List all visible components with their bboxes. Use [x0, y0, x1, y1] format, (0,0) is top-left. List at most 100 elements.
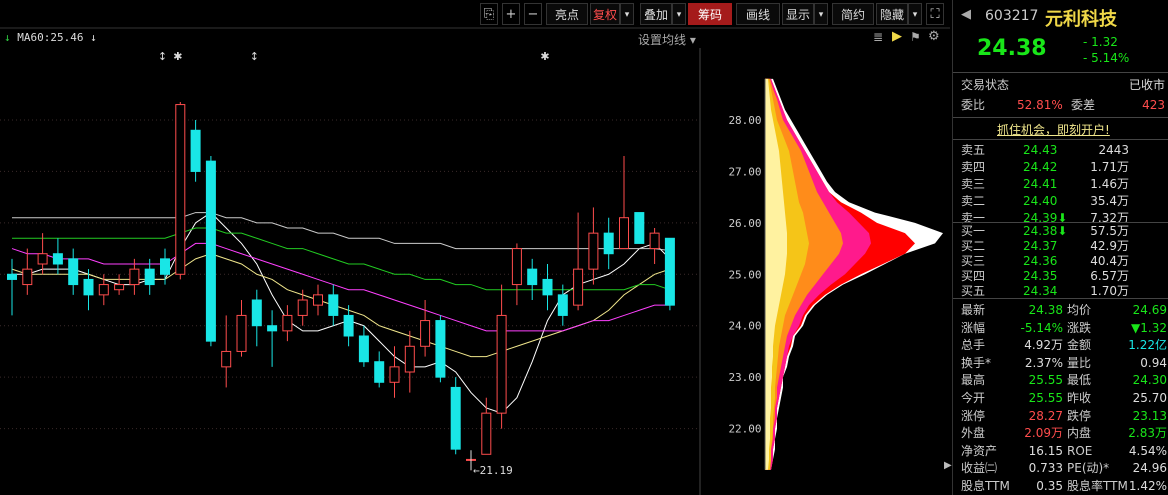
- open-account-link[interactable]: 抓住机会，即刻开户!: [997, 121, 1110, 138]
- stat-row: 股息TTM 0.35 股息率TTM 1.42%: [953, 477, 1168, 495]
- stat-value: 0.94: [1140, 355, 1167, 370]
- quote-panel: ◀ 603217 元利科技 24.38 - 1.32 - 5.14% 交易状态 …: [952, 0, 1168, 495]
- candle-body: [236, 314, 247, 352]
- stat-value: 1.42%: [1128, 479, 1167, 493]
- ask-row[interactable]: 卖二 24.40 35.4万: [953, 193, 1168, 210]
- candle-body: [205, 160, 216, 342]
- candle-body: [527, 268, 538, 286]
- candle-body: [313, 294, 323, 306]
- stat-label: 股息率TTM: [1067, 479, 1128, 493]
- ask-price: 24.42: [1023, 160, 1058, 174]
- event-marker-icon: ↕: [250, 50, 259, 63]
- ask-row[interactable]: 卖三 24.41 1.46万: [953, 176, 1168, 193]
- highlight-button[interactable]: 亮点: [546, 3, 588, 25]
- ma-settings-button[interactable]: 设置均线 ▾: [638, 31, 696, 48]
- ask-row[interactable]: 卖四 24.42 1.71万: [953, 159, 1168, 176]
- stat-label: 今开: [961, 391, 986, 405]
- display-button[interactable]: 显示: [782, 3, 814, 25]
- stat-value: 24.38: [1028, 303, 1063, 317]
- lock-icon[interactable]: ⎘: [480, 3, 498, 25]
- candle-body: [557, 294, 568, 316]
- hide-button[interactable]: 隐藏: [876, 3, 908, 25]
- stat-label: 换手*: [961, 355, 992, 370]
- stat-row: 最新 24.38 均价 24.69: [953, 301, 1168, 319]
- candle-body: [496, 314, 507, 414]
- order-diff-value: 423: [1142, 98, 1165, 112]
- trade-status-label: 交易状态: [961, 78, 1010, 92]
- moving-average-line: [11, 242, 670, 332]
- order-ratio-value: 52.81%: [1017, 98, 1063, 112]
- price-change: - 1.32 - 5.14%: [1083, 34, 1129, 66]
- quote-header: ◀ 603217 元利科技 24.38 - 1.32 - 5.14%: [953, 0, 1168, 70]
- candle-body: [98, 284, 109, 296]
- fullscreen-icon[interactable]: ⛶: [926, 3, 944, 25]
- kline-chart[interactable]: 28.00 27.00 26.00 25.00 24.00 23.00 22.00 ↕ ✱ ↕ ✱ ←…: [0, 0, 950, 495]
- candle-body: [619, 217, 629, 250]
- moving-average-line: [12, 212, 670, 252]
- candle-body: [22, 268, 33, 286]
- stat-value: 2.83万: [1128, 426, 1167, 441]
- stat-label: 最高: [961, 373, 986, 388]
- candle-body: [52, 253, 63, 265]
- stat-label: 涨跌: [1067, 320, 1092, 335]
- ask-row[interactable]: 卖五 24.43 2443: [953, 142, 1168, 159]
- stat-label: 股息TTM: [961, 479, 1010, 493]
- kline-chart-area[interactable]: 28.00 27.00 26.00 25.00 24.00 23.00 22.00 ↕ ✱ ↕ ✱ ←…: [0, 0, 950, 495]
- order-ratio-row: 委比 52.81% 委差 423: [953, 96, 1168, 114]
- candle-body: [267, 325, 278, 332]
- ask-volume: 1.71万: [1090, 160, 1129, 174]
- stat-label: 涨停: [961, 408, 986, 423]
- simple-mode-button[interactable]: 简约: [832, 3, 874, 25]
- y-tick-label: 24.00: [728, 320, 761, 333]
- ask-price: 24.41: [1023, 177, 1058, 191]
- candle-body: [328, 294, 339, 316]
- stat-row: 外盘 2.09万 内盘 2.83万: [953, 424, 1168, 442]
- chevron-down-icon: ▾: [689, 33, 696, 47]
- stat-value: 23.13: [1132, 408, 1167, 423]
- candle-body: [588, 232, 599, 270]
- stat-value: 2.09万: [1024, 426, 1063, 441]
- chip-distribution-button[interactable]: 筹码: [688, 3, 732, 25]
- chip-play-icon[interactable]: ▶: [892, 29, 902, 44]
- candle-body: [634, 212, 645, 244]
- event-marker-icon: ↕: [158, 50, 167, 63]
- ask-volume: 1.46万: [1090, 177, 1129, 191]
- candle-body: [129, 268, 140, 286]
- stat-value: 4.54%: [1128, 443, 1167, 458]
- divider: [953, 117, 1168, 118]
- stat-value: ▼1.32: [1131, 320, 1167, 335]
- candle-body: [374, 361, 385, 383]
- candle-body: [68, 258, 79, 286]
- restore-rights-button[interactable]: 复权: [590, 3, 620, 25]
- candle-body: [664, 237, 675, 306]
- gear-icon[interactable]: ⚙: [928, 29, 940, 44]
- stat-label: 收益㈡: [961, 461, 998, 476]
- stat-value: 28.27: [1028, 408, 1063, 423]
- prev-stock-icon[interactable]: ◀: [961, 7, 971, 22]
- stat-label: 内盘: [1067, 426, 1092, 441]
- stat-label: PE(动)*: [1067, 461, 1110, 476]
- overlay-button[interactable]: 叠加: [640, 3, 672, 25]
- divider: [953, 139, 1168, 140]
- draw-line-button[interactable]: 画线: [736, 3, 780, 25]
- overlay-dropdown-icon[interactable]: ▾: [672, 3, 686, 25]
- stat-row: 收益㈡ 0.733 PE(动)* 24.96: [953, 459, 1168, 477]
- ma-legend: ↓ MA60:25.46 ↓: [4, 31, 97, 44]
- y-tick-label: 23.00: [728, 371, 761, 384]
- candle-body: [542, 278, 553, 296]
- stat-row: 总手 4.92万 金额 1.22亿: [953, 336, 1168, 354]
- zoom-in-button[interactable]: +: [502, 3, 520, 25]
- flag-icon[interactable]: ⚑: [910, 30, 921, 44]
- stat-value: 25.70: [1132, 391, 1167, 405]
- chart-toolbar: ⎘ + − 亮点 复权 ▾ 叠加 ▾ 筹码 画线 显示 ▾ 简约 隐藏 ▾ ⛶: [0, 0, 950, 28]
- change-amount: - 1.32: [1083, 35, 1118, 49]
- list-icon[interactable]: ≣: [873, 30, 883, 44]
- panel-toggle-icon[interactable]: ▶: [944, 460, 952, 471]
- ask-level-label: 卖五: [961, 143, 986, 157]
- trade-status-value: 已收市: [1128, 78, 1165, 92]
- ask-volume: 35.4万: [1090, 194, 1129, 208]
- display-dropdown-icon[interactable]: ▾: [814, 3, 828, 25]
- zoom-out-button[interactable]: −: [524, 3, 542, 25]
- restore-rights-dropdown-icon[interactable]: ▾: [620, 3, 634, 25]
- hide-dropdown-icon[interactable]: ▾: [908, 3, 922, 25]
